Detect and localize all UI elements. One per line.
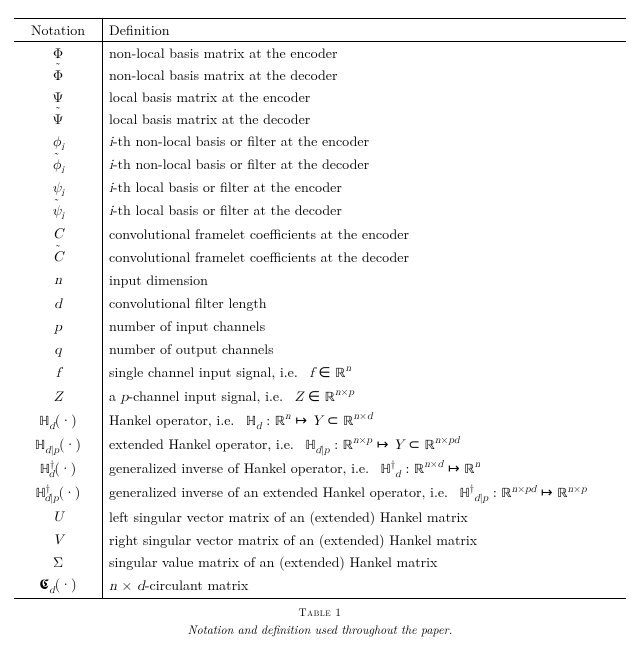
table-row: 𝕮d(·)n × d-circulant matrix: [14, 574, 626, 599]
definition-cell: left singular vector matrix of an (exten…: [103, 506, 627, 529]
table-row: Vright singular vector matrix of an (ext…: [14, 529, 626, 552]
definition-cell: a p-channel input signal, i.e. Z ∈ ℝn×p: [103, 385, 627, 409]
table-row: ˜Ψlocal basis matrix at the decoder: [14, 108, 626, 130]
caption-number: Table 1: [299, 605, 342, 620]
table-row: ˜ϕii-th non-local basis or filter at the…: [14, 153, 626, 176]
table-row: ϕii-th non-local basis or filter at the …: [14, 130, 626, 153]
notation-cell: U: [14, 506, 103, 529]
table-row: Φnon-local basis matrix at the encoder: [14, 42, 626, 65]
notation-cell: ℍ†d|p(·): [14, 482, 103, 506]
table-header-row: Notation Definition: [14, 19, 626, 42]
definition-cell: generalized inverse of Hankel operator, …: [103, 457, 627, 481]
definition-cell: i-th local basis or filter at the decode…: [103, 200, 627, 223]
table-row: ℍ†d(·)generalized inverse of Hankel oper…: [14, 457, 626, 481]
notation-cell: p: [14, 315, 103, 338]
definition-cell: number of output channels: [103, 338, 627, 361]
table-row: ℍ†d|p(·)generalized inverse of an extend…: [14, 482, 626, 506]
notation-cell: d: [14, 292, 103, 315]
table-row: ℍd(·)Hankel operator, i.e. ℍd : ℝn ↦ Y ⊂…: [14, 409, 626, 433]
definition-cell: i-th non-local basis or filter at the en…: [103, 130, 627, 153]
notation-cell: Σ: [14, 552, 103, 574]
table-row: ψii-th local basis or filter at the enco…: [14, 177, 626, 200]
definition-cell: local basis matrix at the decoder: [103, 108, 627, 130]
definition-cell: n × d-circulant matrix: [103, 574, 627, 599]
definition-cell: singular value matrix of an (extended) H…: [103, 552, 627, 574]
definition-cell: convolutional framelet coefficients at t…: [103, 223, 627, 246]
caption-text: Notation and definition used throughout …: [14, 621, 626, 638]
table-row: fsingle channel input signal, i.e. f ∈ ℝ…: [14, 361, 626, 385]
table-row: pnumber of input channels: [14, 315, 626, 338]
notation-table: Table 1 Notation and definition used thr…: [14, 18, 626, 638]
notation-cell: q: [14, 338, 103, 361]
table-row: Ψlocal basis matrix at the encoder: [14, 86, 626, 108]
table-caption: Table 1 Notation and definition used thr…: [14, 599, 626, 638]
table-row: ℍd|p(·)extended Hankel operator, i.e. ℍd…: [14, 433, 626, 457]
table-row: ˜Φnon-local basis matrix at the decoder: [14, 64, 626, 86]
definition-cell: convolutional filter length: [103, 292, 627, 315]
notation-cell: ℍd|p(·): [14, 433, 103, 457]
notation-cell: 𝕮d(·): [14, 574, 103, 599]
header-definition: Definition: [103, 19, 627, 42]
notation-cell: f: [14, 361, 103, 385]
definition-cell: local basis matrix at the encoder: [103, 86, 627, 108]
table-row: dconvolutional filter length: [14, 292, 626, 315]
definition-cell: convolutional framelet coefficients at t…: [103, 246, 627, 269]
definition-cell: single channel input signal, i.e. f ∈ ℝn: [103, 361, 627, 385]
table-row: ninput dimension: [14, 269, 626, 292]
notation-cell: ˜ψi: [14, 200, 103, 223]
definition-cell: input dimension: [103, 269, 627, 292]
notation-cell: ˜C: [14, 246, 103, 269]
notation-cell: n: [14, 269, 103, 292]
definition-cell: non-local basis matrix at the encoder: [103, 42, 627, 65]
header-notation: Notation: [14, 19, 103, 42]
notation-cell: Z: [14, 385, 103, 409]
definition-cell: i-th non-local basis or filter at the de…: [103, 153, 627, 176]
notation-cell: ℍ†d(·): [14, 457, 103, 481]
definition-cell: non-local basis matrix at the decoder: [103, 64, 627, 86]
definition-cell: right singular vector matrix of an (exte…: [103, 529, 627, 552]
table-row: Σsingular value matrix of an (extended) …: [14, 552, 626, 574]
notation-cell: ˜ϕi: [14, 153, 103, 176]
table-row: ˜Cconvolutional framelet coefficients at…: [14, 246, 626, 269]
definition-cell: extended Hankel operator, i.e. ℍd|p : ℝn…: [103, 433, 627, 457]
notation-cell: ˜Φ: [14, 64, 103, 86]
definition-cell: i-th local basis or filter at the encode…: [103, 177, 627, 200]
notation-cell: ˜Ψ: [14, 108, 103, 130]
definition-cell: number of input channels: [103, 315, 627, 338]
table-row: Uleft singular vector matrix of an (exte…: [14, 506, 626, 529]
table-row: ˜ψii-th local basis or filter at the dec…: [14, 200, 626, 223]
table-row: Za p-channel input signal, i.e. Z ∈ ℝn×p: [14, 385, 626, 409]
notation-cell: V: [14, 529, 103, 552]
table-row: Cconvolutional framelet coefficients at …: [14, 223, 626, 246]
table-row: qnumber of output channels: [14, 338, 626, 361]
notation-cell: ℍd(·): [14, 409, 103, 433]
definition-cell: generalized inverse of an extended Hanke…: [103, 482, 627, 506]
definition-cell: Hankel operator, i.e. ℍd : ℝn ↦ Y ⊂ ℝn×d: [103, 409, 627, 433]
